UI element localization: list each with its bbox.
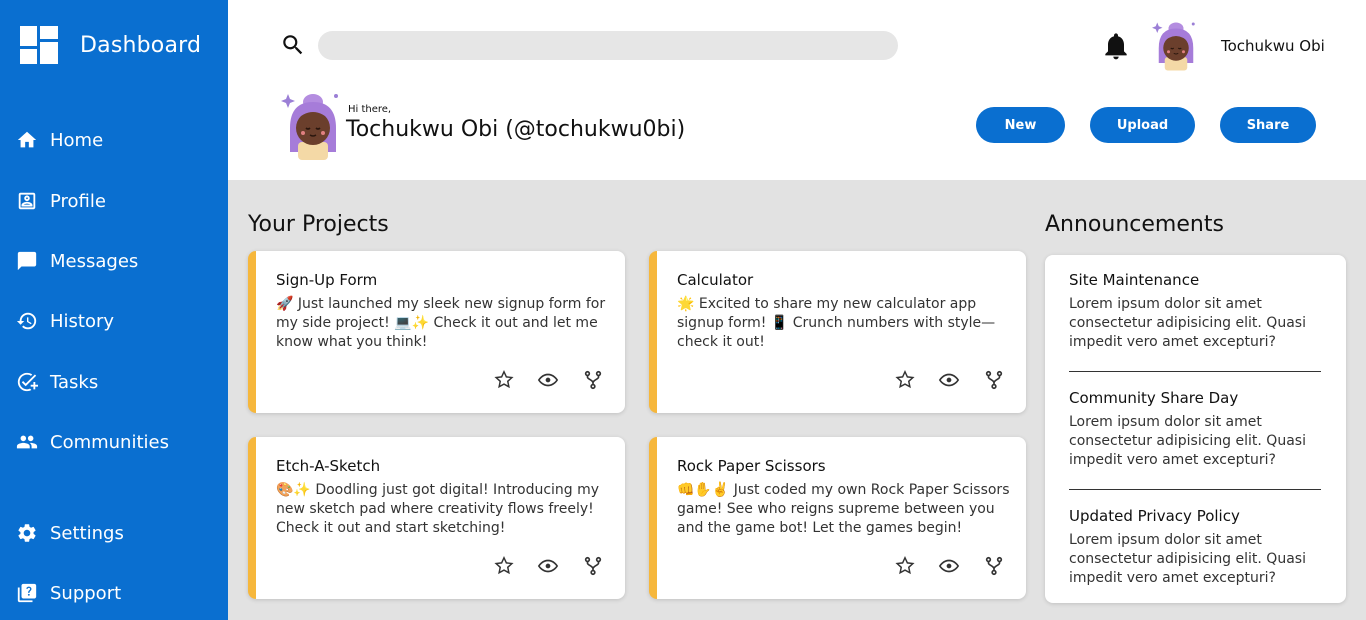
sidebar-item-history[interactable]: History xyxy=(16,306,114,336)
sidebar-item-settings[interactable]: Settings xyxy=(16,518,124,548)
eye-icon[interactable] xyxy=(537,555,559,577)
announcement-item[interactable]: Community Share Day Lorem ipsum dolor si… xyxy=(1069,389,1321,470)
eye-icon[interactable] xyxy=(938,555,960,577)
eye-icon[interactable] xyxy=(537,369,559,391)
sidebar-item-messages[interactable]: Messages xyxy=(16,246,138,276)
bell-icon[interactable] xyxy=(1100,30,1132,62)
project-description: 🎨✨ Doodling just got digital! Introducin… xyxy=(276,482,600,536)
greeting-user-name: Tochukwu Obi (@tochukwu0bi) xyxy=(346,117,686,142)
greeting-avatar xyxy=(281,94,338,160)
support-icon xyxy=(17,583,37,603)
project-card[interactable]: Rock Paper Scissors 👊✋✌️ Just coded my o… xyxy=(649,437,1026,599)
fork-icon[interactable] xyxy=(983,555,1005,577)
sidebar-item-label: Support xyxy=(50,582,122,604)
search-input[interactable] xyxy=(318,31,898,60)
project-card[interactable]: Sign-Up Form 🚀 Just launched my sleek ne… xyxy=(248,251,625,413)
communities-icon xyxy=(16,435,38,449)
sidebar-item-label: Profile xyxy=(50,190,106,212)
project-card[interactable]: Etch-A-Sketch 🎨✨ Doodling just got digit… xyxy=(248,437,625,599)
brand[interactable]: Dashboard xyxy=(20,26,201,64)
announcement-title: Updated Privacy Policy xyxy=(1069,507,1240,525)
announcements-panel: Site Maintenance Lorem ipsum dolor sit a… xyxy=(1045,255,1346,603)
greeting-text: Hi there, xyxy=(348,104,392,115)
project-title: Etch-A-Sketch xyxy=(276,457,381,475)
share-button[interactable]: Share xyxy=(1220,107,1316,143)
message-icon xyxy=(17,251,37,271)
sidebar-item-label: Messages xyxy=(50,250,139,272)
project-title: Sign-Up Form xyxy=(276,271,378,289)
announcements-title: Announcements xyxy=(1045,212,1224,237)
fork-icon[interactable] xyxy=(582,555,604,577)
sidebar-item-home[interactable]: Home xyxy=(16,125,103,155)
brand-title: Dashboard xyxy=(80,32,202,58)
star-icon[interactable] xyxy=(894,555,916,577)
sidebar-item-communities[interactable]: Communities xyxy=(16,427,169,457)
projects-title: Your Projects xyxy=(248,212,389,237)
gear-icon xyxy=(18,524,36,542)
header-user-name[interactable]: Tochukwu Obi xyxy=(1221,37,1325,55)
divider xyxy=(1069,371,1321,372)
tasks-icon xyxy=(17,372,38,392)
star-icon[interactable] xyxy=(894,369,916,391)
sidebar-item-label: Settings xyxy=(50,522,124,544)
project-description: 🚀 Just launched my sleek new signup form… xyxy=(276,296,606,350)
announcement-body: Lorem ipsum dolor sit amet consectetur a… xyxy=(1069,296,1306,350)
project-title: Rock Paper Scissors xyxy=(677,457,826,475)
sidebar-item-support[interactable]: Support xyxy=(16,578,121,608)
project-title: Calculator xyxy=(677,271,754,289)
fork-icon[interactable] xyxy=(983,369,1005,391)
dashboard-logo-icon xyxy=(20,26,60,64)
sidebar-item-label: Communities xyxy=(50,431,169,453)
sidebar-item-label: Home xyxy=(50,129,104,151)
project-card[interactable]: Calculator 🌟 Excited to share my new cal… xyxy=(649,251,1026,413)
star-icon[interactable] xyxy=(493,555,515,577)
avatar[interactable] xyxy=(1150,18,1202,72)
project-description: 👊✋✌️ Just coded my own Rock Paper Scisso… xyxy=(677,482,1010,536)
profile-icon xyxy=(18,192,36,210)
fork-icon[interactable] xyxy=(582,369,604,391)
history-icon xyxy=(16,312,37,330)
announcement-body: Lorem ipsum dolor sit amet consectetur a… xyxy=(1069,532,1306,586)
new-button[interactable]: New xyxy=(976,107,1065,143)
home-icon xyxy=(17,131,37,148)
announcement-body: Lorem ipsum dolor sit amet consectetur a… xyxy=(1069,414,1306,468)
sidebar-item-profile[interactable]: Profile xyxy=(16,186,106,216)
sidebar-item-tasks[interactable]: Tasks xyxy=(16,367,98,397)
header: Tochukwu Obi Hi there, Tochukwu Obi (@to… xyxy=(228,0,1366,180)
sidebar: Dashboard Home Profile Messages History … xyxy=(0,0,228,620)
upload-button[interactable]: Upload xyxy=(1090,107,1195,143)
announcement-title: Community Share Day xyxy=(1069,389,1239,407)
announcement-item[interactable]: Site Maintenance Lorem ipsum dolor sit a… xyxy=(1069,271,1321,352)
search-icon[interactable] xyxy=(280,32,306,58)
sidebar-item-label: Tasks xyxy=(50,371,99,393)
star-icon[interactable] xyxy=(493,369,515,391)
eye-icon[interactable] xyxy=(938,369,960,391)
announcement-item[interactable]: Updated Privacy Policy Lorem ipsum dolor… xyxy=(1069,507,1321,588)
project-description: 🌟 Excited to share my new calculator app… xyxy=(677,296,996,350)
sidebar-item-label: History xyxy=(50,310,115,332)
divider xyxy=(1069,489,1321,490)
announcement-title: Site Maintenance xyxy=(1069,271,1200,289)
